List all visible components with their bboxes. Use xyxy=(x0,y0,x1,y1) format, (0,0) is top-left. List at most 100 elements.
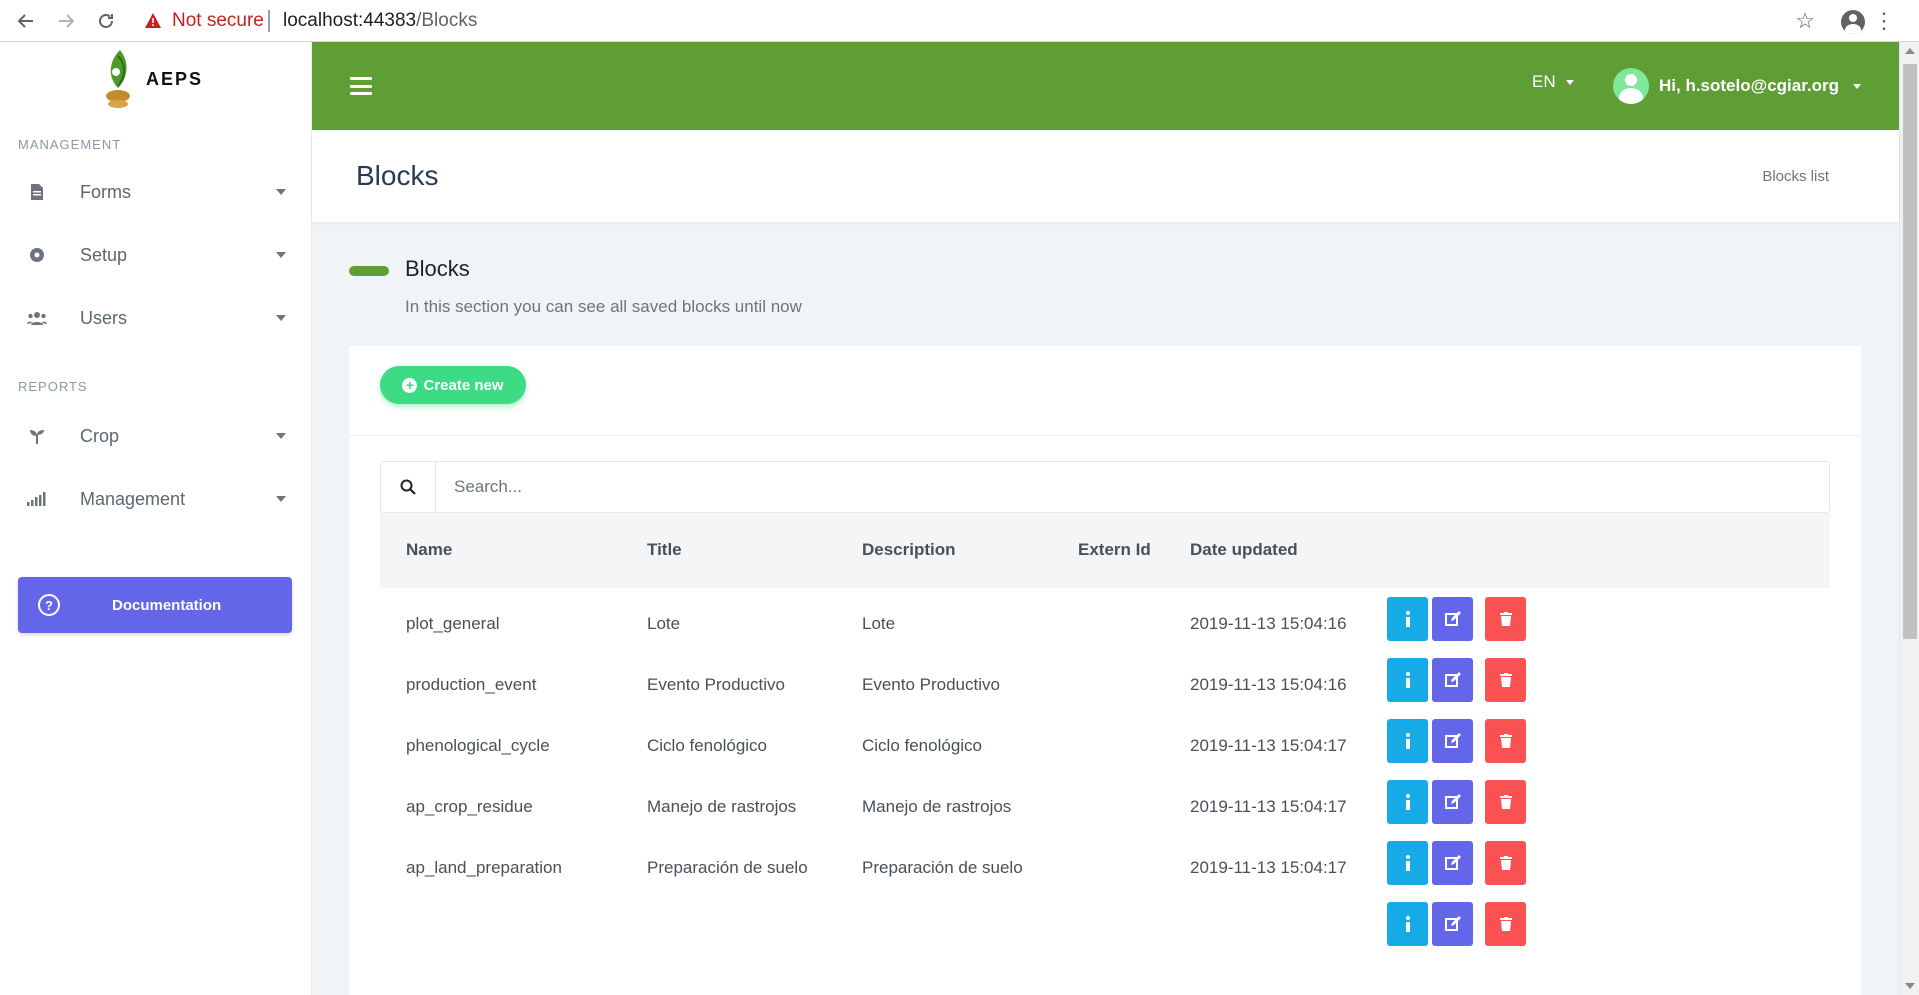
cell-name: phenological_cycle xyxy=(406,736,550,755)
column-header-name[interactable]: Name xyxy=(406,540,452,560)
reports-section-title: REPORTS xyxy=(18,379,88,394)
cell-description: Lote xyxy=(862,614,896,633)
info-button[interactable] xyxy=(1387,658,1428,702)
edit-button[interactable] xyxy=(1432,597,1473,641)
edit-icon xyxy=(1444,794,1461,809)
address-bar[interactable]: localhost:44383/Blocks xyxy=(283,0,477,42)
caret-down-icon xyxy=(276,496,286,502)
forward-arrow-icon[interactable] xyxy=(50,0,82,42)
cell-title: Lote xyxy=(647,614,681,633)
caret-down-icon xyxy=(276,433,286,439)
app-header: EN Hi, h.sotelo@cgiar.org xyxy=(312,42,1899,130)
security-label: Not secure xyxy=(172,10,264,31)
search-input[interactable] xyxy=(436,462,1829,512)
edit-icon xyxy=(1444,916,1461,931)
column-header-title[interactable]: Title xyxy=(647,540,682,560)
sidebar-item-label: Forms xyxy=(80,181,131,202)
cell-title: Manejo de rastrojos xyxy=(647,797,797,816)
column-header-description[interactable]: Description xyxy=(862,540,956,560)
info-button[interactable] xyxy=(1387,902,1428,946)
edit-button[interactable] xyxy=(1432,719,1473,763)
reload-icon[interactable] xyxy=(90,0,122,42)
url-path: /Blocks xyxy=(416,10,478,31)
browser-menu-icon[interactable]: ⋮ xyxy=(1873,0,1895,42)
cell-name: production_event xyxy=(406,675,537,694)
caret-down-icon xyxy=(276,315,286,321)
scrollbar-thumb[interactable] xyxy=(1903,64,1917,639)
sidebar-item-forms[interactable]: Forms xyxy=(26,170,292,214)
bar-chart-icon xyxy=(26,488,48,510)
create-new-label: Create new xyxy=(423,376,504,394)
question-circle-icon: ? xyxy=(38,594,60,616)
browser-toolbar: Not secure localhost:44383/Blocks ☆ ⋮ xyxy=(0,0,1919,42)
app-logo[interactable]: AEPS xyxy=(104,48,203,110)
sidebar-item-management[interactable]: Management xyxy=(26,477,292,521)
caret-down-icon xyxy=(276,252,286,258)
user-menu[interactable]: Hi, h.sotelo@cgiar.org xyxy=(1613,68,1861,104)
sidebar-item-label: Crop xyxy=(80,425,120,446)
security-indicator[interactable]: Not secure xyxy=(144,0,264,42)
trash-icon xyxy=(1499,856,1512,870)
cell-description: Ciclo fenológico xyxy=(862,736,983,755)
sidebar-item-crop[interactable]: Crop xyxy=(26,414,292,458)
edit-button[interactable] xyxy=(1432,658,1473,702)
trash-icon xyxy=(1499,795,1512,809)
info-button[interactable] xyxy=(1387,597,1428,641)
delete-button[interactable] xyxy=(1485,597,1526,641)
management-section-title: MANAGEMENT xyxy=(18,137,122,152)
delete-button[interactable] xyxy=(1485,902,1526,946)
edit-button[interactable] xyxy=(1432,841,1473,885)
delete-button[interactable] xyxy=(1485,658,1526,702)
trash-icon xyxy=(1499,734,1512,748)
back-arrow-icon[interactable] xyxy=(10,0,42,42)
edit-button[interactable] xyxy=(1432,780,1473,824)
cell-description: Evento Productivo xyxy=(862,675,1000,694)
info-button[interactable] xyxy=(1387,719,1428,763)
account-icon[interactable] xyxy=(1841,10,1865,34)
cell-date-updated: 2019-11-13 15:04:17 xyxy=(1190,797,1347,816)
info-button[interactable] xyxy=(1387,841,1428,885)
delete-button[interactable] xyxy=(1485,719,1526,763)
cell-description: Preparación de suelo xyxy=(862,858,1023,877)
column-header-extern-id[interactable]: Extern Id xyxy=(1078,540,1151,560)
app-name: AEPS xyxy=(146,68,204,89)
cell-date-updated: 2019-11-13 15:04:17 xyxy=(1190,858,1347,877)
info-icon xyxy=(1405,855,1410,871)
edit-icon xyxy=(1444,672,1461,687)
page-scrollbar[interactable] xyxy=(1899,42,1919,995)
sidebar-item-users[interactable]: Users xyxy=(26,296,292,340)
caret-down-icon xyxy=(1853,83,1861,89)
delete-button[interactable] xyxy=(1485,841,1526,885)
cell-title: Evento Productivo xyxy=(647,675,785,694)
gear-icon xyxy=(26,244,48,266)
scroll-down-icon[interactable] xyxy=(1905,983,1915,989)
edit-button[interactable] xyxy=(1432,902,1473,946)
url-host: localhost:44383 xyxy=(283,10,417,31)
hamburger-menu-icon[interactable] xyxy=(350,77,372,95)
info-icon xyxy=(1405,794,1410,810)
file-icon xyxy=(26,181,48,203)
sidebar-item-label: Setup xyxy=(80,244,128,265)
cell-name: ap_land_preparation xyxy=(406,858,562,877)
info-icon xyxy=(1405,672,1410,688)
cell-date-updated: 2019-11-13 15:04:17 xyxy=(1190,736,1347,755)
scroll-up-icon[interactable] xyxy=(1905,48,1915,54)
create-new-button[interactable]: + Create new xyxy=(380,366,526,404)
search-bar xyxy=(380,461,1830,513)
sidebar-item-setup[interactable]: Setup xyxy=(26,233,292,277)
documentation-button[interactable]: ? Documentation xyxy=(18,577,292,633)
url-separator xyxy=(268,10,270,32)
card-divider xyxy=(349,435,1861,436)
language-dropdown[interactable]: EN xyxy=(1532,72,1574,92)
cell-title: Ciclo fenológico xyxy=(647,736,768,755)
cell-description: Manejo de rastrojos xyxy=(862,797,1012,816)
column-header-date-updated[interactable]: Date updated xyxy=(1190,540,1298,560)
info-button[interactable] xyxy=(1387,780,1428,824)
bookmark-star-icon[interactable]: ☆ xyxy=(1795,0,1815,42)
cell-date-updated: 2019-11-13 15:04:16 xyxy=(1190,675,1347,694)
plus-circle-icon: + xyxy=(402,377,418,393)
info-icon xyxy=(1405,733,1410,749)
leaf-logo-icon xyxy=(106,50,130,108)
edit-icon xyxy=(1444,733,1461,748)
delete-button[interactable] xyxy=(1485,780,1526,824)
